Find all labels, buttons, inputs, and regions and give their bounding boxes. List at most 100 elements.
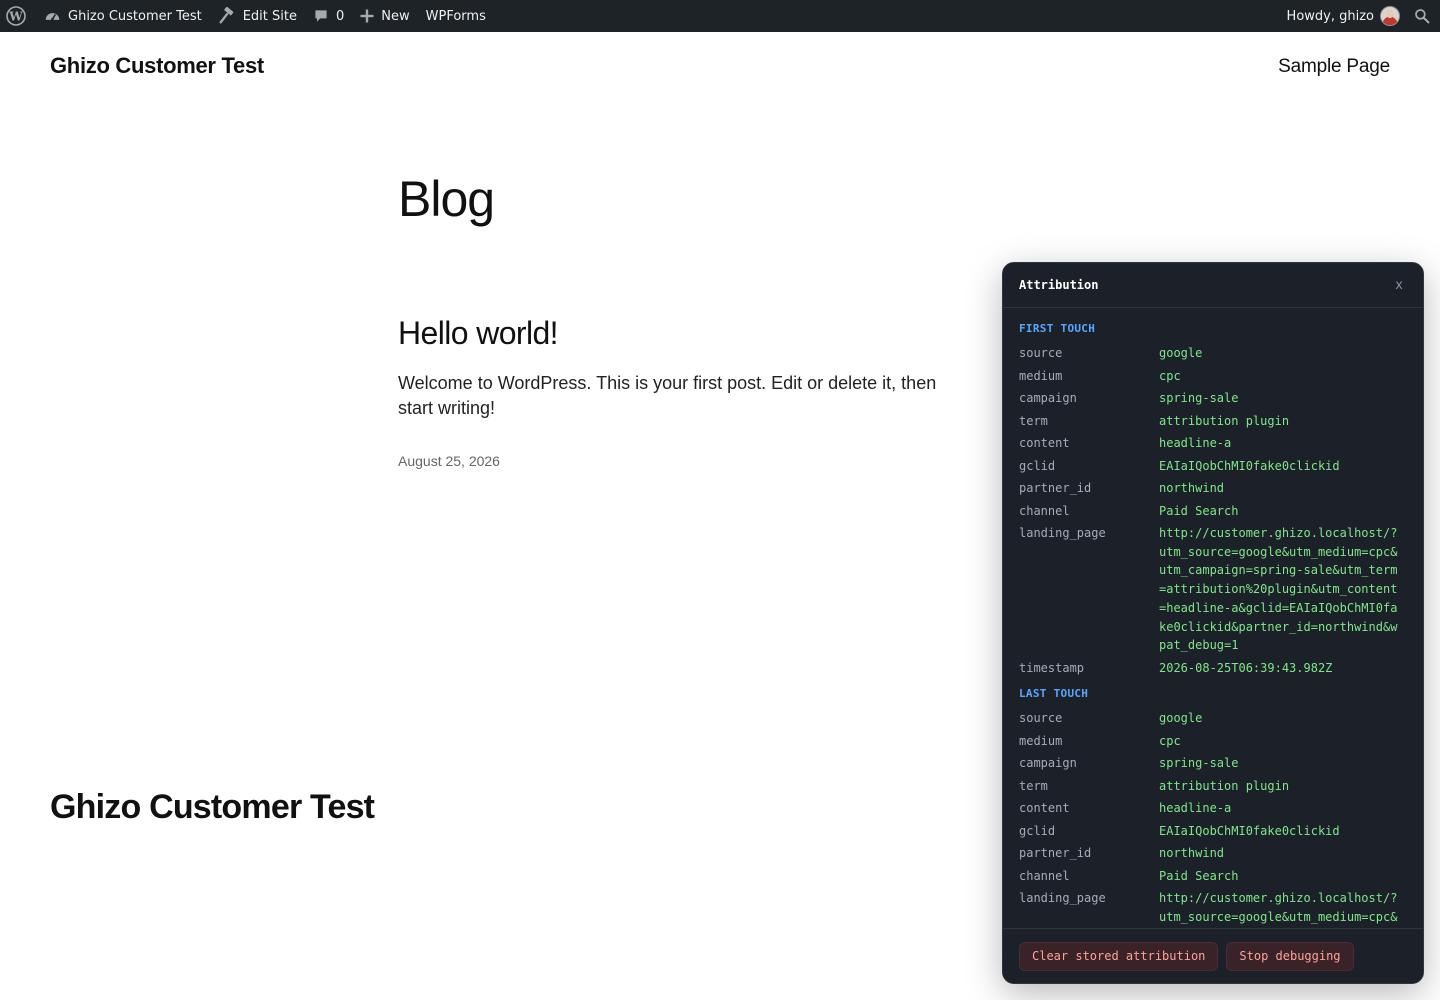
admin-bar: W Ghizo Customer Test Edit Site 0 New WP… — [0, 0, 1440, 32]
site-name-label: Ghizo Customer Test — [68, 8, 202, 24]
comments-count: 0 — [336, 8, 345, 24]
attribution-row: channel Paid Search — [1019, 867, 1407, 886]
attribution-row: medium cpc — [1019, 732, 1407, 751]
admin-bar-search[interactable] — [1406, 0, 1440, 32]
attribution-row: partner_id northwind — [1019, 844, 1407, 863]
attribution-value: Paid Search — [1159, 868, 1239, 883]
post-title-link[interactable]: Hello world! — [398, 315, 559, 352]
attribution-row: campaign spring-sale — [1019, 389, 1407, 408]
first-touch-label: FIRST TOUCH — [1019, 322, 1096, 335]
attribution-row: term attribution plugin — [1019, 777, 1407, 796]
attribution-key: channel — [1019, 503, 1070, 518]
attribution-row: partner_id northwind — [1019, 479, 1407, 498]
attribution-value: attribution plugin — [1159, 413, 1290, 428]
attribution-value: 2026-08-25T06:39:43.982Z — [1159, 660, 1333, 675]
attribution-key: landing_page — [1019, 526, 1106, 540]
attribution-panel-body[interactable]: FIRST TOUCH source google medium cpc campaig… — [1003, 308, 1423, 930]
attribution-row: content headline-a — [1019, 434, 1407, 453]
attribution-value: spring-sale — [1159, 391, 1239, 405]
svg-text:W: W — [8, 10, 23, 24]
attribution-value: northwind — [1159, 846, 1225, 861]
nav-link-sample-page[interactable]: Sample Page — [1278, 56, 1390, 78]
attribution-value: cpc — [1159, 733, 1181, 748]
footer-site-title[interactable]: Ghizo Customer Test — [50, 788, 375, 827]
site-name-menu[interactable]: Ghizo Customer Test — [36, 0, 210, 32]
attribution-row: channel Paid Search — [1019, 502, 1407, 521]
post-excerpt: Welcome to WordPress. This is your first… — [398, 373, 937, 418]
attribution-row: term attribution plugin — [1019, 412, 1407, 431]
edit-site-menu[interactable]: Edit Site — [210, 0, 305, 32]
attribution-row: source google — [1019, 709, 1407, 728]
attribution-key: landing_page — [1019, 891, 1106, 906]
close-button[interactable]: x — [1391, 276, 1407, 295]
attribution-key: gclid — [1019, 458, 1056, 473]
comments-menu[interactable]: 0 — [305, 0, 352, 32]
attribution-panel-footer: Clear stored attribution Stop debugging — [1003, 928, 1423, 983]
post-date[interactable]: August 25, 2026 — [398, 453, 500, 469]
attribution-value: cpc — [1159, 368, 1181, 383]
attribution-key: campaign — [1019, 756, 1077, 771]
attribution-key: medium — [1019, 733, 1063, 748]
attribution-key: term — [1019, 413, 1048, 428]
admin-bar-right: Howdy, ghizo — [1279, 0, 1440, 32]
page-title: Blog — [398, 171, 495, 227]
attribution-value: EAIaIQobChMI0fake0clickid — [1159, 823, 1340, 838]
attribution-key: timestamp — [1019, 660, 1085, 675]
attribution-key: content — [1019, 436, 1070, 450]
my-account-menu[interactable]: Howdy, ghizo — [1279, 0, 1406, 32]
attribution-key: content — [1019, 801, 1070, 816]
edit-site-label: Edit Site — [242, 8, 297, 24]
attribution-key: source — [1019, 711, 1063, 726]
first-touch-list: source google medium cpc campaign spring-sale… — [1019, 344, 1407, 677]
wordpress-logo-icon: W — [6, 6, 26, 26]
hammer-icon — [218, 7, 236, 25]
attribution-value: headline-a — [1159, 801, 1232, 816]
new-content-menu[interactable]: New — [352, 0, 417, 32]
attribution-key: medium — [1019, 368, 1063, 383]
attribution-value: google — [1159, 346, 1203, 360]
attribution-key: campaign — [1019, 391, 1077, 405]
attribution-row: medium cpc — [1019, 367, 1407, 386]
attribution-row: timestamp 2026-08-25T06:39:43.982Z — [1019, 659, 1407, 678]
attribution-row: gclid EAIaIQobChMI0fake0clickid — [1019, 822, 1407, 841]
attribution-key: gclid — [1019, 823, 1056, 838]
attribution-value: google — [1159, 711, 1203, 726]
plus-icon — [360, 9, 374, 23]
attribution-row: source google — [1019, 344, 1407, 363]
attribution-value: headline-a — [1159, 436, 1232, 450]
stop-debugging-button[interactable]: Stop debugging — [1226, 941, 1354, 971]
attribution-row: gclid EAIaIQobChMI0fake0clickid — [1019, 457, 1407, 476]
attribution-key: partner_id — [1019, 481, 1092, 495]
clear-attribution-button[interactable]: Clear stored attribution — [1019, 941, 1219, 971]
attribution-value: spring-sale — [1159, 756, 1239, 771]
attribution-key: channel — [1019, 868, 1070, 883]
attribution-key: partner_id — [1019, 846, 1092, 861]
admin-bar-left: W Ghizo Customer Test Edit Site 0 New WP… — [0, 0, 494, 32]
avatar — [1380, 6, 1400, 26]
attribution-row: content headline-a — [1019, 799, 1407, 818]
howdy-label: Howdy, ghizo — [1286, 8, 1374, 24]
attribution-value: http://customer.ghizo.localhost/?utm_sou… — [1159, 526, 1398, 653]
attribution-value: http://customer.ghizo.localhost/?utm_sou… — [1159, 891, 1398, 930]
attribution-row: landing_page http://customer.ghizo.localh… — [1019, 889, 1407, 930]
attribution-row: landing_page http://customer.ghizo.localh… — [1019, 524, 1407, 655]
new-label: New — [381, 8, 410, 24]
attribution-value: attribution plugin — [1159, 778, 1290, 793]
attribution-panel: Attribution x FIRST TOUCH source google me… — [1002, 262, 1424, 984]
attribution-key: source — [1019, 346, 1063, 360]
attribution-panel-title: Attribution — [1019, 278, 1099, 292]
site-title[interactable]: Ghizo Customer Test — [50, 53, 264, 79]
wpforms-label: WPForms — [425, 8, 486, 24]
last-touch-list: source google medium cpc campaign spring-sale… — [1019, 709, 1407, 930]
comment-bubble-icon — [313, 8, 329, 24]
attribution-key: term — [1019, 778, 1048, 793]
wpforms-menu[interactable]: WPForms — [418, 0, 494, 32]
attribution-value: EAIaIQobChMI0fake0clickid — [1159, 458, 1340, 473]
attribution-row: campaign spring-sale — [1019, 754, 1407, 773]
last-touch-label: LAST TOUCH — [1019, 687, 1089, 701]
search-icon — [1414, 8, 1430, 24]
dashboard-icon — [44, 8, 61, 25]
attribution-panel-header: Attribution x — [1003, 263, 1423, 308]
attribution-value: northwind — [1159, 481, 1225, 495]
wordpress-logo-menu[interactable]: W — [0, 0, 36, 32]
